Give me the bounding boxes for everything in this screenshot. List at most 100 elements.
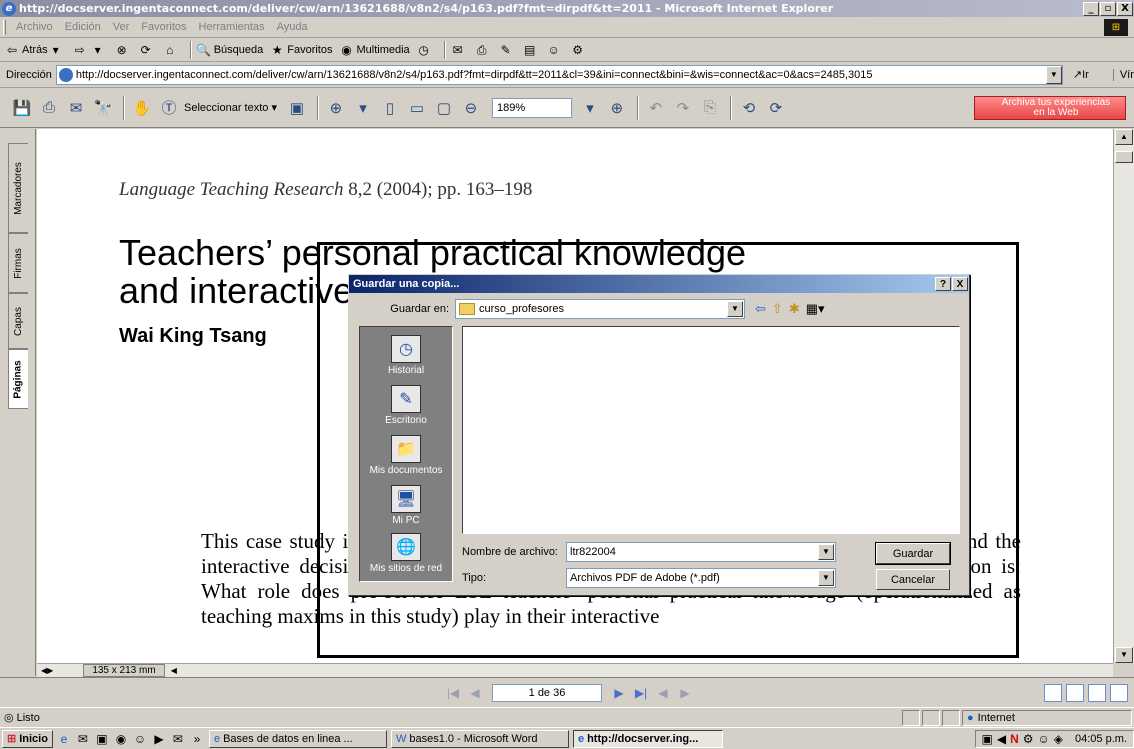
archiva-web-button[interactable]: Archiva tus experiencias en la Web [974,96,1126,120]
next-view-icon[interactable]: ▶ [674,683,696,703]
print-pdf-icon[interactable]: ⎙ [37,96,61,120]
zoom-out-icon[interactable]: ⊖ [459,96,483,120]
back-button[interactable]: ⇦ Atrás ▾ [4,42,66,58]
filename-dropdown-icon[interactable]: ▼ [818,544,834,560]
email-pdf-icon[interactable]: ✉ [64,96,88,120]
menu-archivo[interactable]: Archivo [10,21,59,33]
restore-button[interactable]: ▫ [1100,1,1116,16]
up-folder-icon[interactable]: ⇧ [772,301,783,317]
task-docserver[interactable]: e http://docserver.ing... [572,729,723,748]
find-icon[interactable]: 🔭 [91,96,115,120]
file-list[interactable] [462,326,960,534]
menu-ayuda[interactable]: Ayuda [271,21,314,33]
stop-button[interactable]: ⊗ [114,42,132,58]
discuss-button[interactable]: ▤ [522,42,540,58]
save-button[interactable]: Guardar [875,542,951,565]
previous-page-icon[interactable]: ◀ [464,683,486,703]
history-button[interactable]: ◷ [416,42,434,58]
tray-app-icon[interactable]: ⚙ [1023,732,1034,746]
scroll-left-icon[interactable]: ◀▶ [41,666,53,675]
save-in-dropdown-icon[interactable]: ▼ [727,301,743,317]
address-dropdown-icon[interactable]: ▼ [1045,65,1062,84]
scroll-h-left-icon[interactable]: ◀ [171,666,177,675]
quicklaunch-player-icon[interactable]: ▶ [151,731,167,747]
tray-update-icon[interactable]: ◈ [1054,732,1063,746]
start-button[interactable]: ⊞ Inicio [2,729,53,748]
edit-button[interactable]: ✎ [498,42,516,58]
tab-paginas[interactable]: Páginas [8,349,28,409]
horizontal-scrollbar[interactable]: ◀▶ 135 x 213 mm ◀ [37,663,1113,677]
tab-capas[interactable]: Capas [8,293,28,349]
previous-view-icon[interactable]: ◀ [652,683,674,703]
links-button[interactable]: Vínculos [1112,68,1134,81]
tray-norton-icon[interactable]: N [1010,732,1019,746]
forward-dropdown-icon[interactable]: ▾ [90,42,106,58]
scroll-up-icon[interactable]: ▲ [1115,129,1133,145]
view-menu-icon[interactable]: ▦▾ [806,301,825,317]
tab-firmas[interactable]: Firmas [8,233,28,293]
filetype-dropdown-icon[interactable]: ▼ [818,570,834,586]
address-input[interactable]: http://docserver.ingentaconnect.com/deli… [55,64,1063,85]
first-page-icon[interactable]: |◀ [442,683,464,703]
mail-button[interactable]: ✉ [450,42,468,58]
back-folder-icon[interactable]: ⇦ [755,301,766,317]
continuous-facing-icon[interactable] [1110,683,1128,702]
filetype-select[interactable]: Archivos PDF de Adobe (*.pdf) ▼ [566,568,836,588]
menu-grip[interactable] [3,19,6,35]
next-page-icon[interactable]: ▶ [608,683,630,703]
page-layout-icon[interactable]: ⟳ [764,96,788,120]
zoom-level-dropdown-icon[interactable]: ▾ [578,96,602,120]
search-button[interactable]: 🔍 Búsqueda [196,42,263,58]
research-button[interactable]: ⚙ [570,42,588,58]
tray-volume-icon[interactable]: ◀ [997,732,1006,746]
scroll-thumb[interactable] [1115,151,1133,163]
snapshot-icon[interactable]: ▣ [285,96,309,120]
quicklaunch-outlook-icon[interactable]: ✉ [75,731,91,747]
actual-size-icon[interactable]: ▯ [378,96,402,120]
facing-page-icon[interactable] [1088,683,1106,702]
vertical-scrollbar[interactable]: ▲ ▼ [1113,129,1134,663]
select-dropdown-icon[interactable]: ▾ [268,101,277,114]
go-button[interactable]: ↗ Ir [1073,68,1089,82]
copy-icon[interactable]: ⎘ [698,96,722,120]
window-titlebar[interactable]: e http://docserver.ingentaconnect.com/de… [0,0,1134,17]
refresh-button[interactable]: ⟳ [138,42,156,58]
fit-page-icon[interactable]: ▭ [405,96,429,120]
back-dropdown-icon[interactable]: ▾ [48,42,64,58]
zoom-in-tool-icon[interactable]: ⊕ [324,96,348,120]
quicklaunch-mail-icon[interactable]: ✉ [170,731,186,747]
new-folder-icon[interactable]: ✱ [789,301,800,317]
filename-input[interactable]: ltr822004 ▼ [566,542,836,562]
forward-button[interactable]: ⇨ ▾ [72,42,108,58]
zoom-dropdown-icon[interactable]: ▾ [351,96,375,120]
favorites-button[interactable]: ★ Favoritos [269,42,333,58]
select-text-tool[interactable]: Ⓣ Seleccionar texto ▾ [157,96,277,120]
quicklaunch-desktop-icon[interactable]: ▣ [94,731,110,747]
rotate-ccw-icon[interactable]: ↶ [644,96,668,120]
quicklaunch-ie-icon[interactable]: e [56,731,72,747]
tab-marcadores[interactable]: Marcadores [8,143,28,233]
tray-messenger-icon[interactable]: ☺ [1038,732,1050,746]
print-button[interactable]: ⎙ [474,42,492,58]
place-mi-pc[interactable]: 🖥 Mi PC [360,485,452,533]
place-mis-documentos[interactable]: 📁 Mis documentos [360,435,452,483]
fit-width-icon[interactable]: ▢ [432,96,456,120]
clock[interactable]: 04:05 p.m. [1075,733,1127,745]
zoom-in-icon[interactable]: ⊕ [605,96,629,120]
tray-network-icon[interactable]: ▣ [982,732,993,746]
quicklaunch-more-icon[interactable]: » [189,731,205,747]
cancel-button[interactable]: Cancelar [876,569,950,590]
page-number-input[interactable]: 1 de 36 [492,683,602,702]
menu-herramientas[interactable]: Herramientas [193,21,271,33]
dialog-close-button[interactable]: X [952,277,968,291]
hand-tool-icon[interactable]: ✋ [130,96,154,120]
zoom-input[interactable]: 189% [491,97,572,118]
menu-favoritos[interactable]: Favoritos [135,21,192,33]
task-word[interactable]: Wbases1.0 - Microsoft Word [390,729,569,748]
dialog-help-button[interactable]: ? [935,277,951,291]
close-button[interactable]: X [1117,1,1133,16]
scroll-down-icon[interactable]: ▼ [1115,647,1133,663]
dialog-titlebar[interactable]: Guardar una copia... ? X [349,275,969,293]
home-button[interactable]: ⌂ [162,42,180,58]
rotate-cw-icon[interactable]: ↷ [671,96,695,120]
